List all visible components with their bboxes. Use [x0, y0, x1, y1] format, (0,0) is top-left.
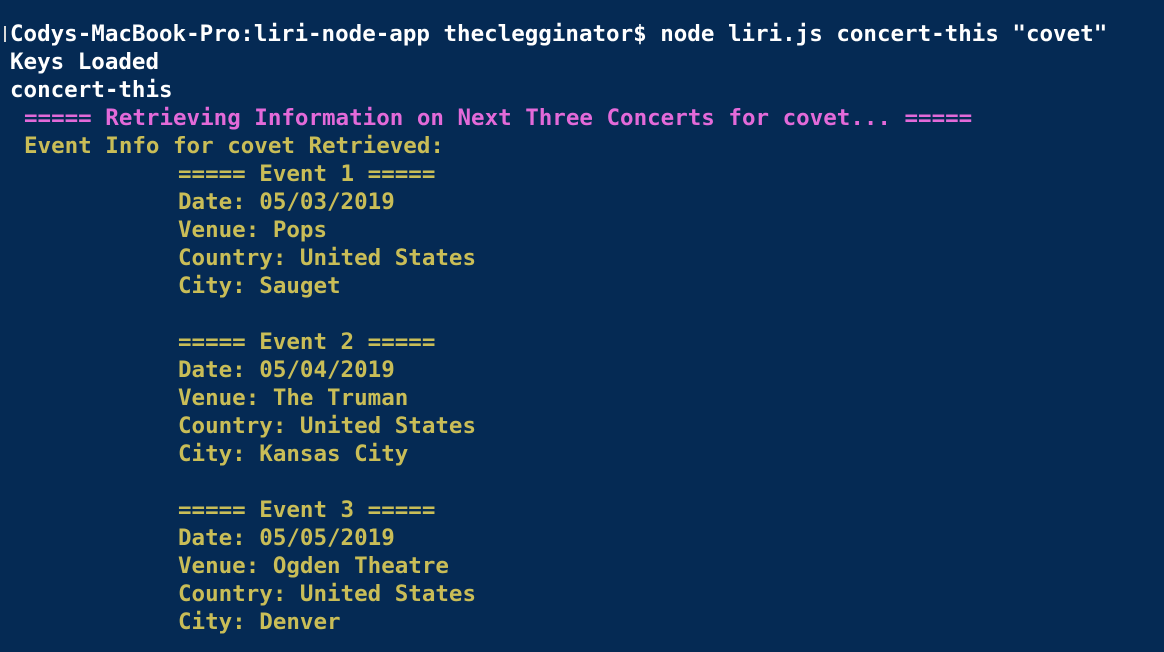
retrieved-message: Event Info for covet Retrieved: — [24, 133, 444, 159]
event-venue: Venue: Pops — [178, 217, 328, 243]
terminal-window[interactable]: Codys-MacBook-Pro:liri-node-app theclegg… — [0, 0, 1164, 652]
event-date: Date: 05/05/2019 — [178, 525, 395, 551]
event-block: ===== Event 3 ===== Date: 05/05/2019 Ven… — [0, 496, 1164, 636]
event-country: Country: United States — [178, 245, 477, 271]
retrieving-message: ===== Retrieving Information on Next Thr… — [24, 105, 973, 131]
event-venue: Venue: The Truman — [178, 385, 409, 411]
event-venue: Venue: Ogden Theatre — [178, 553, 449, 579]
prompt-command-line: Codys-MacBook-Pro:liri-node-app theclegg… — [10, 21, 1108, 47]
event-date: Date: 05/03/2019 — [178, 189, 395, 215]
event-header: ===== Event 3 ===== — [178, 497, 436, 523]
output-line: Keys Loaded — [10, 49, 160, 75]
event-city: City: Sauget — [178, 273, 341, 299]
event-country: Country: United States — [178, 581, 477, 607]
output-line: concert-this — [10, 77, 173, 103]
event-date: Date: 05/04/2019 — [178, 357, 395, 383]
event-city: City: Denver — [178, 609, 341, 635]
event-header: ===== Event 2 ===== — [178, 329, 436, 355]
event-city: City: Kansas City — [178, 441, 409, 467]
event-block: ===== Event 1 ===== Date: 05/03/2019 Ven… — [0, 160, 1164, 300]
scroll-mark-icon — [4, 26, 6, 42]
event-country: Country: United States — [178, 413, 477, 439]
event-header: ===== Event 1 ===== — [178, 161, 436, 187]
event-block: ===== Event 2 ===== Date: 05/04/2019 Ven… — [0, 328, 1164, 468]
